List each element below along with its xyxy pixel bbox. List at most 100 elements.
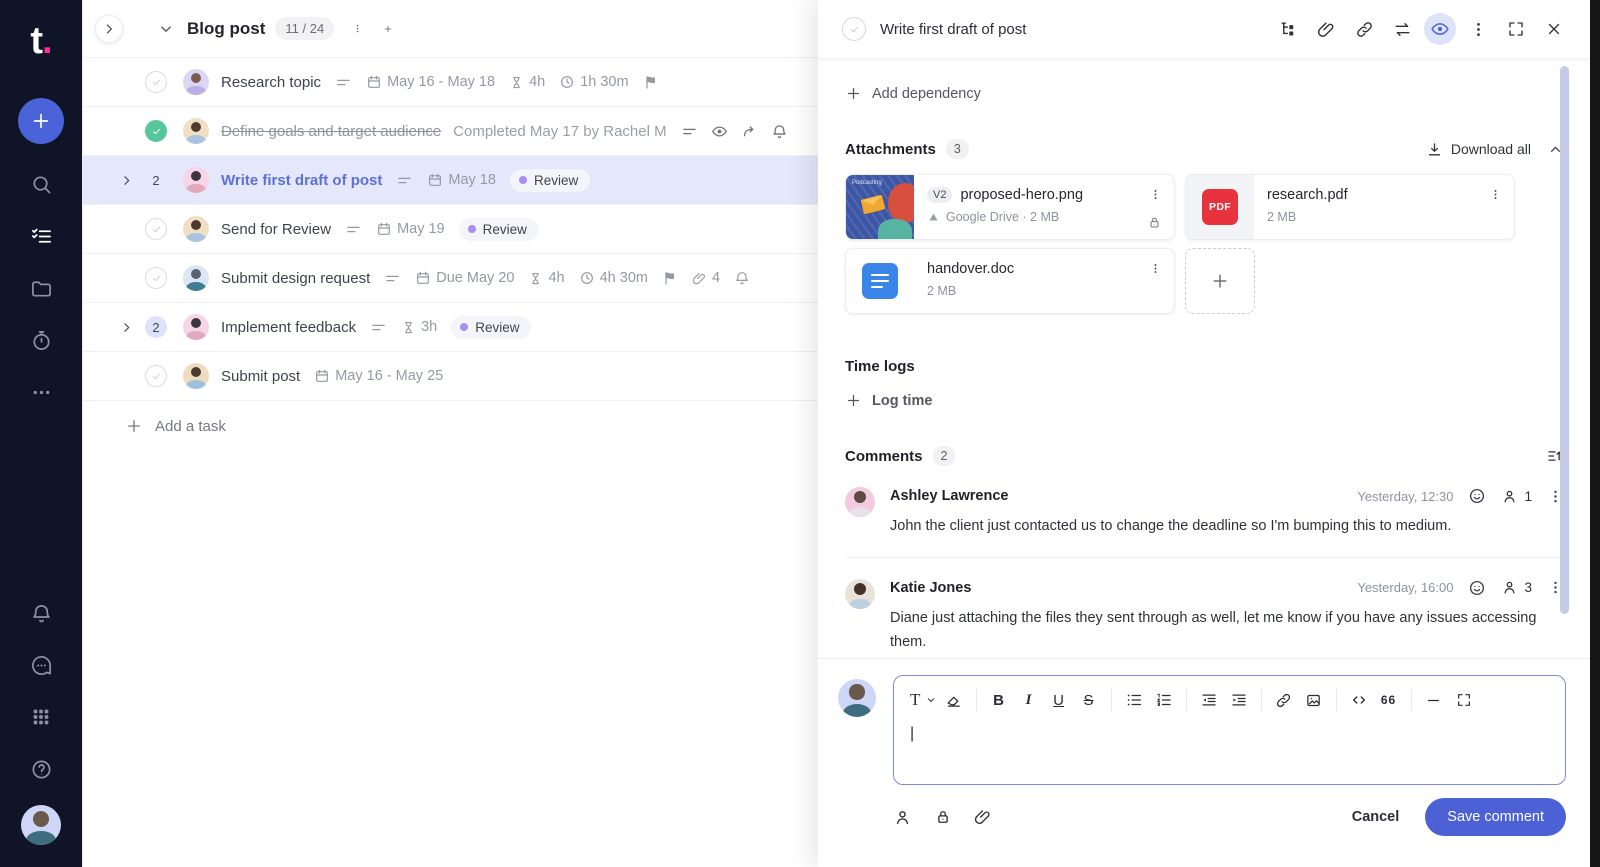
task-checkbox[interactable]: [145, 71, 167, 93]
reminder-bell-icon[interactable]: [734, 270, 750, 286]
status-badge[interactable]: Review: [510, 169, 590, 192]
sidebar-item-notifications[interactable]: [19, 587, 63, 639]
status-badge[interactable]: Review: [459, 218, 539, 241]
description-icon[interactable]: [345, 221, 362, 238]
clear-format-button[interactable]: [941, 687, 967, 713]
sidebar-item-apps[interactable]: [19, 691, 63, 743]
task-row-selected[interactable]: 2 Write first draft of post May 18 Revie…: [83, 156, 818, 205]
comment-author[interactable]: Ashley Lawrence: [890, 488, 1008, 504]
task-title[interactable]: Define goals and target audience: [221, 123, 441, 140]
task-checkbox[interactable]: [145, 365, 167, 387]
panel-scrollbar[interactable]: [1560, 66, 1569, 614]
add-task-button[interactable]: Add a task: [83, 401, 818, 435]
description-icon[interactable]: [681, 123, 698, 140]
bullet-list-button[interactable]: [1121, 687, 1147, 713]
sidebar-item-help[interactable]: [19, 743, 63, 795]
expand-panel-button[interactable]: [95, 15, 123, 43]
detail-menu-button[interactable]: [1462, 13, 1494, 45]
mention-person-icon[interactable]: [893, 808, 912, 827]
priority-flag-icon[interactable]: [643, 74, 659, 90]
log-time-button[interactable]: Log time: [845, 392, 1564, 409]
subtasks-button[interactable]: [1272, 13, 1304, 45]
description-icon[interactable]: [396, 172, 413, 189]
app-logo[interactable]: t.: [30, 22, 51, 60]
assignee-avatar[interactable]: [183, 69, 209, 95]
task-checkbox-checked[interactable]: [145, 120, 167, 142]
attach-paperclip-icon[interactable]: [974, 808, 992, 826]
attachment-name[interactable]: proposed-hero.png: [960, 187, 1139, 203]
sidebar-item-projects[interactable]: [19, 262, 63, 314]
copy-link-button[interactable]: [1348, 13, 1380, 45]
attach-button[interactable]: [1310, 13, 1342, 45]
attachment-menu-kebab-icon[interactable]: [1147, 260, 1164, 277]
save-comment-button[interactable]: Save comment: [1425, 798, 1566, 836]
watch-eye-icon[interactable]: [711, 123, 728, 140]
bold-button[interactable]: B: [986, 687, 1012, 713]
assignee-avatar[interactable]: [183, 216, 209, 242]
task-title[interactable]: Send for Review: [221, 221, 331, 238]
expand-subtasks-icon[interactable]: [119, 173, 134, 188]
time-logged[interactable]: 1h 30m: [559, 74, 628, 90]
numbered-list-button[interactable]: [1151, 687, 1177, 713]
attachment-menu-kebab-icon[interactable]: [1487, 186, 1504, 203]
task-checkbox[interactable]: [145, 267, 167, 289]
task-title[interactable]: Write first draft of post: [221, 172, 382, 189]
emoji-react-icon[interactable]: [1468, 579, 1486, 597]
priority-flag-icon[interactable]: [662, 270, 678, 286]
assignee-avatar[interactable]: [183, 118, 209, 144]
underline-button[interactable]: U: [1046, 687, 1072, 713]
list-add-icon[interactable]: [379, 20, 397, 38]
expand-subtasks-icon[interactable]: [119, 320, 134, 335]
version-badge[interactable]: V2: [927, 187, 952, 203]
task-row[interactable]: Submit design request Due May 20 4h 4h 3…: [83, 254, 818, 303]
task-title[interactable]: Submit post: [221, 368, 300, 385]
outdent-button[interactable]: [1196, 687, 1222, 713]
sidebar-item-time[interactable]: [19, 314, 63, 366]
comment-avatar[interactable]: [845, 487, 875, 517]
comment-editor[interactable]: T B I U S: [893, 675, 1566, 785]
quick-add-button[interactable]: [18, 98, 64, 144]
task-row[interactable]: Send for Review May 19 Review: [83, 205, 818, 254]
reopen-arrow-icon[interactable]: [741, 123, 758, 140]
editor-fullscreen-button[interactable]: [1451, 687, 1477, 713]
user-avatar[interactable]: [21, 805, 61, 845]
sidebar-item-tasks[interactable]: [19, 210, 63, 262]
divider-button[interactable]: [1421, 687, 1447, 713]
due-date[interactable]: Due May 20: [415, 270, 514, 286]
collapse-list-chevron-icon[interactable]: [157, 20, 175, 38]
estimate[interactable]: 3h: [401, 319, 437, 335]
task-row[interactable]: Submit post May 16 - May 25: [83, 352, 818, 401]
attachment-menu-kebab-icon[interactable]: [1147, 186, 1164, 203]
seen-by-count[interactable]: 1: [1501, 488, 1532, 505]
indent-button[interactable]: [1226, 687, 1252, 713]
task-row[interactable]: Define goals and target audience Complet…: [83, 107, 818, 156]
repeat-button[interactable]: [1386, 13, 1418, 45]
insert-link-button[interactable]: [1271, 687, 1297, 713]
comment-author[interactable]: Katie Jones: [890, 580, 971, 596]
assignee-avatar[interactable]: [183, 265, 209, 291]
comment-avatar[interactable]: [845, 579, 875, 609]
list-menu-kebab-icon[interactable]: [348, 19, 367, 38]
fullscreen-button[interactable]: [1500, 13, 1532, 45]
assignee-avatar[interactable]: [183, 167, 209, 193]
task-checkbox[interactable]: [145, 218, 167, 240]
privacy-lock-icon[interactable]: [934, 808, 952, 826]
seen-by-count[interactable]: 3: [1501, 579, 1532, 596]
due-date[interactable]: May 19: [376, 221, 445, 237]
add-attachment-button[interactable]: [1185, 248, 1255, 314]
add-dependency-button[interactable]: Add dependency: [845, 85, 1564, 102]
description-icon[interactable]: [384, 270, 401, 287]
watch-button-active[interactable]: [1424, 13, 1456, 45]
strikethrough-button[interactable]: S: [1076, 687, 1102, 713]
emoji-react-icon[interactable]: [1468, 487, 1486, 505]
status-badge[interactable]: Review: [451, 316, 531, 339]
sidebar-item-messages[interactable]: [19, 639, 63, 691]
estimate[interactable]: 4h: [509, 74, 545, 90]
due-date[interactable]: May 18: [427, 172, 496, 188]
time-logged[interactable]: 4h 30m: [579, 270, 648, 286]
due-date[interactable]: May 16 - May 25: [314, 368, 443, 384]
attachment-card[interactable]: Podcasting V2 proposed-hero.png Google D…: [845, 174, 1175, 240]
insert-image-button[interactable]: [1301, 687, 1327, 713]
assignee-avatar[interactable]: [183, 314, 209, 340]
reminder-bell-icon[interactable]: [771, 123, 788, 140]
